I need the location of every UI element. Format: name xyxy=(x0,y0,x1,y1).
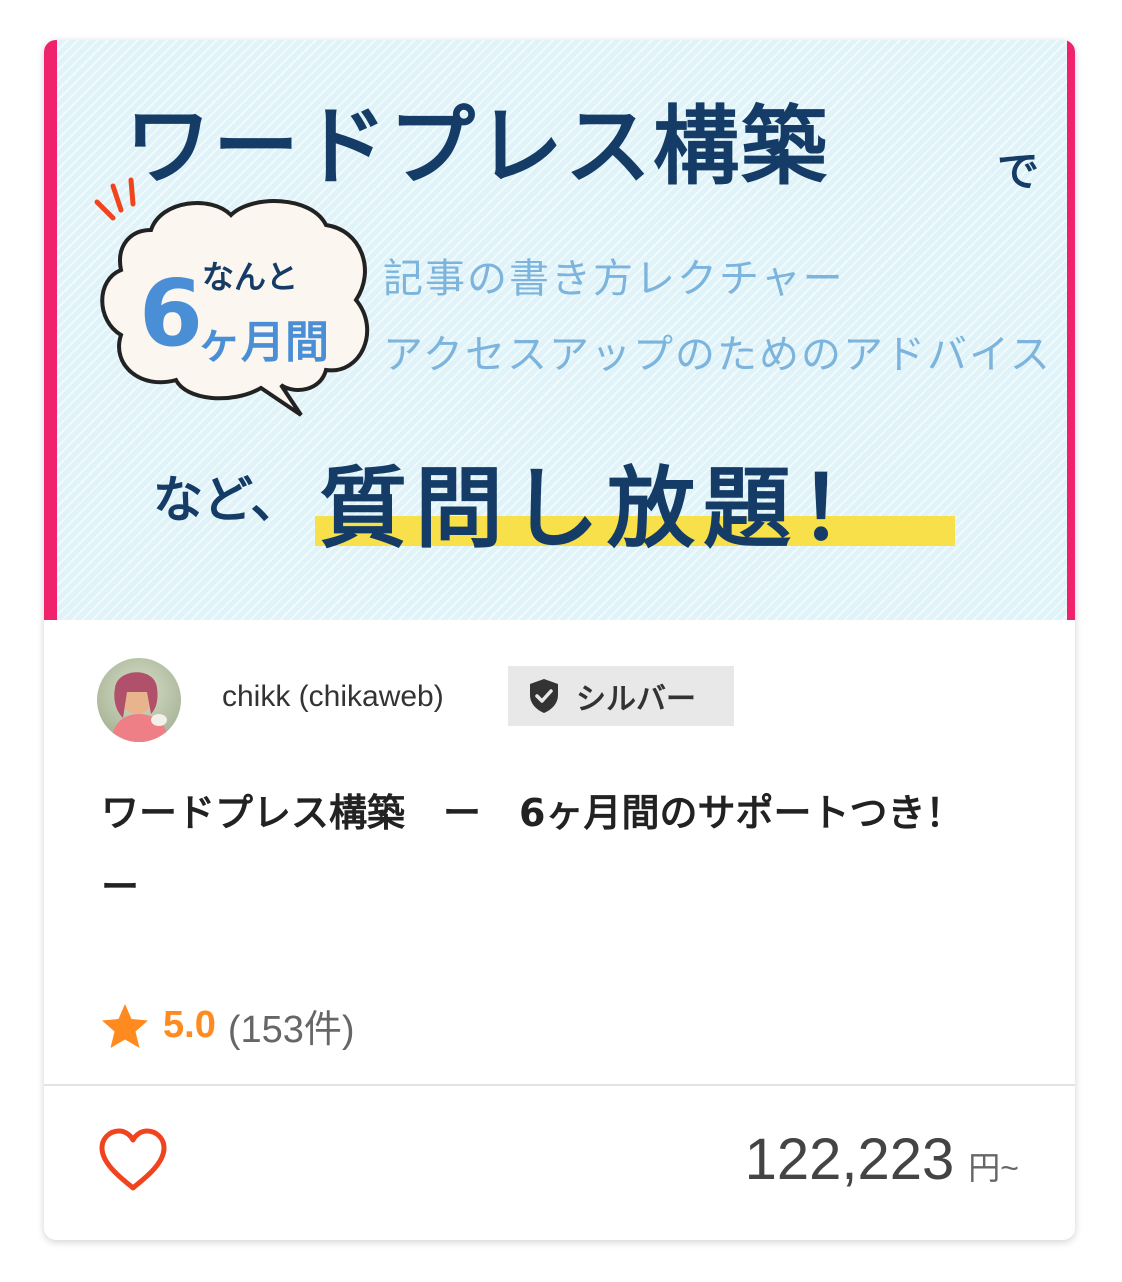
avatar[interactable] xyxy=(97,658,181,742)
rating-score: 5.0 xyxy=(163,1004,216,1046)
heart-icon[interactable] xyxy=(98,1128,168,1192)
seller-name[interactable]: chikk (chikaweb) xyxy=(222,680,444,714)
hero-sub-line-2: アクセスアップのためのアドバイス xyxy=(383,332,1052,378)
price: 122,223 円~ xyxy=(745,1126,1019,1193)
hero-title: ワードプレス構築 xyxy=(125,97,829,197)
bubble-unit: ヶ月間 xyxy=(197,317,329,368)
hero-banner[interactable]: ワードプレス構築 で なんと 6 ヶ月間 記事の書き方レクチャー アクセスアップ… xyxy=(44,40,1075,620)
bubble-number: 6 xyxy=(139,260,204,367)
price-value: 122,223 xyxy=(744,1127,955,1192)
price-unit: 円~ xyxy=(968,1150,1019,1186)
hero-prefix: など、 xyxy=(153,471,301,529)
shield-check-icon xyxy=(530,679,558,713)
rating-count: (153件) xyxy=(227,1009,355,1051)
bubble-small-text: なんと xyxy=(202,258,299,296)
rank-badge: シルバー xyxy=(508,666,734,726)
hero-main-text: 質問し放題！ xyxy=(319,457,896,560)
divider xyxy=(44,1084,1075,1086)
hero-title-suffix: で xyxy=(997,147,1040,196)
rating: 5.0 (153件) xyxy=(99,998,355,1053)
star-icon xyxy=(102,1003,148,1048)
avatar-image xyxy=(97,658,181,742)
hero-sub-line-1: 記事の書き方レクチャー xyxy=(383,256,845,302)
service-title[interactable]: ワードプレス構築 ー 6ヶ月間のサポートつき！ ー xyxy=(101,776,1021,924)
service-card[interactable]: ワードプレス構築 で なんと 6 ヶ月間 記事の書き方レクチャー アクセスアップ… xyxy=(44,40,1075,1240)
badge-label: シルバー xyxy=(576,682,696,717)
